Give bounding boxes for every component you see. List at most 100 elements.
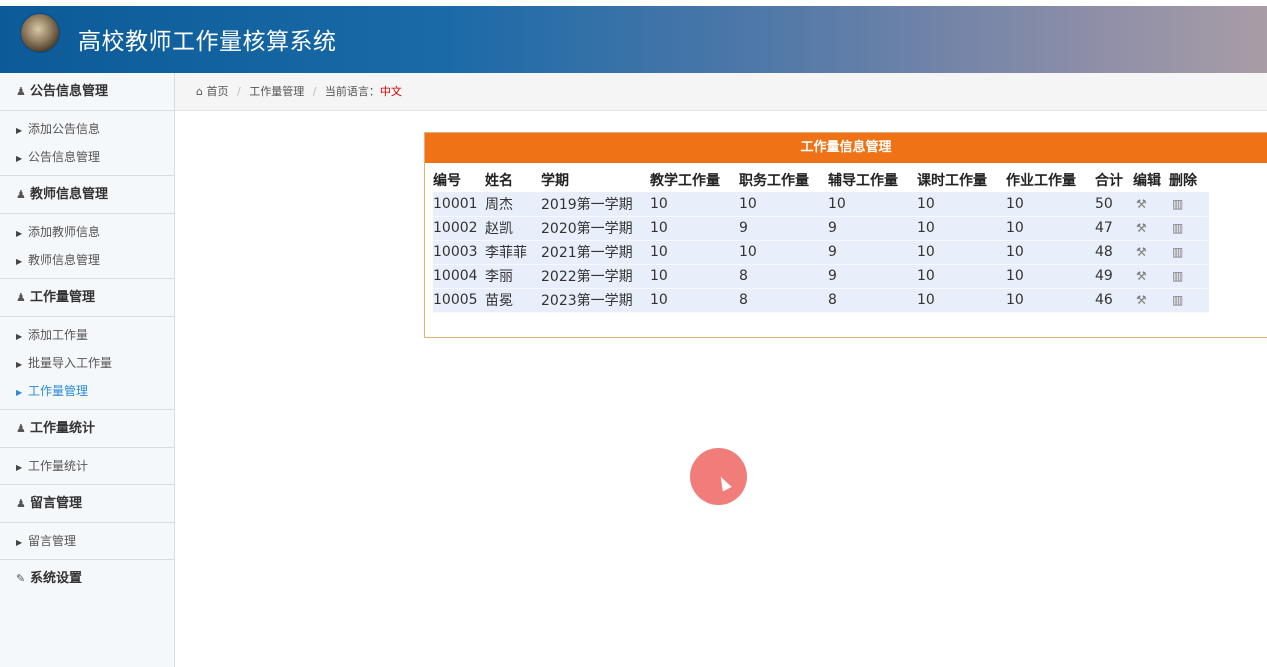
group-label: 工作量管理 — [30, 290, 96, 305]
table-cell: 10003 — [433, 240, 485, 265]
sidebar-item-add-workload[interactable]: ▶ 添加工作量 — [0, 321, 174, 349]
triangle-right-icon: ▶ — [16, 126, 23, 135]
sidebar-group-teachers[interactable]: ♟ 教师信息管理 — [0, 176, 174, 214]
panel-title: 工作量信息管理 — [425, 133, 1267, 163]
breadcrumb-current[interactable]: 工作量管理 — [249, 85, 304, 98]
breadcrumb-separator: / — [236, 85, 241, 98]
col-tutoring: 辅导工作量 — [828, 172, 898, 189]
col-name: 姓名 — [485, 172, 513, 189]
table-row: 10001 周杰 2019第一学期 10 10 10 10 10 50 ⚒ ▥ — [433, 192, 1209, 217]
group-label: 留言管理 — [30, 496, 83, 511]
trash-icon[interactable]: ▥ — [1172, 221, 1183, 235]
sidebar-group-messages[interactable]: ♟ 留言管理 — [0, 485, 174, 523]
table-cell: 赵凯 — [485, 216, 541, 241]
table-cell: 2023第一学期 — [541, 288, 650, 313]
delete-cell: ▥ — [1169, 240, 1209, 265]
sidebar-item-label: 工作量管理 — [28, 384, 89, 398]
sidebar-item-add-teacher[interactable]: ▶ 添加教师信息 — [0, 218, 174, 246]
table-cell: 10 — [650, 288, 739, 313]
table-cell: 10 — [650, 264, 739, 289]
wrench-icon[interactable]: ⚒ — [1136, 197, 1147, 211]
app-header: 高校教师工作量核算系统 — [0, 6, 1267, 73]
table-cell: 10 — [739, 240, 828, 265]
wrench-icon[interactable]: ⚒ — [1136, 245, 1147, 259]
sidebar-item-import-workload[interactable]: ▶ 批量导入工作量 — [0, 349, 174, 377]
table-cell: 10 — [917, 288, 1006, 313]
group-label: 系统设置 — [30, 571, 83, 586]
trash-icon[interactable]: ▥ — [1172, 269, 1183, 283]
sidebar-item-add-announcement[interactable]: ▶ 添加公告信息 — [0, 115, 174, 143]
edit-cell: ⚒ — [1133, 192, 1169, 217]
col-homework: 作业工作量 — [1006, 172, 1076, 189]
col-edit: 编辑 — [1133, 172, 1161, 189]
table-row: 10003 李菲菲 2021第一学期 10 10 9 10 10 48 ⚒ ▥ — [433, 240, 1209, 265]
app-title: 高校教师工作量核算系统 — [78, 29, 337, 55]
table-cell: 9 — [828, 216, 917, 241]
triangle-right-icon: ▶ — [16, 332, 23, 341]
table-cell: 10005 — [433, 288, 485, 313]
group-label: 工作量统计 — [30, 421, 96, 436]
user-icon: ♟ — [16, 188, 26, 201]
table-cell: 48 — [1095, 240, 1133, 265]
table-cell: 9 — [828, 264, 917, 289]
wrench-icon[interactable]: ⚒ — [1136, 269, 1147, 283]
triangle-right-icon: ▶ — [16, 463, 23, 472]
sidebar-item-label: 批量导入工作量 — [28, 356, 113, 370]
table-cell: 10 — [917, 216, 1006, 241]
table-cell: 10 — [650, 192, 739, 217]
trash-icon[interactable]: ▥ — [1172, 197, 1183, 211]
triangle-right-icon: ▶ — [16, 538, 23, 547]
table-cell: 2019第一学期 — [541, 192, 650, 217]
sidebar-item-statistics[interactable]: ▶ 工作量统计 — [0, 452, 174, 480]
wrench-icon[interactable]: ⚒ — [1136, 221, 1147, 235]
sidebar-group-body: ▶ 添加教师信息 ▶ 教师信息管理 — [0, 214, 174, 279]
edit-icon: ✎ — [16, 572, 26, 585]
sidebar-group-body: ▶ 留言管理 — [0, 523, 174, 560]
edit-cell: ⚒ — [1133, 216, 1169, 241]
col-teaching: 教学工作量 — [650, 172, 720, 189]
delete-cell: ▥ — [1169, 192, 1209, 217]
sidebar-item-messages[interactable]: ▶ 留言管理 — [0, 527, 174, 555]
sidebar-group-body: ▶ 工作量统计 — [0, 448, 174, 485]
language-value[interactable]: 中文 — [380, 85, 402, 98]
trash-icon[interactable]: ▥ — [1172, 245, 1183, 259]
edit-cell: ⚒ — [1133, 264, 1169, 289]
table-cell: 2021第一学期 — [541, 240, 650, 265]
table-row: 10005 苗冕 2023第一学期 10 8 8 10 10 46 ⚒ ▥ — [433, 288, 1209, 313]
group-label: 公告信息管理 — [30, 84, 109, 99]
triangle-right-icon: ▶ — [16, 257, 23, 266]
table-cell: 8 — [739, 264, 828, 289]
sidebar-item-label: 公告信息管理 — [28, 150, 101, 164]
wrench-icon[interactable]: ⚒ — [1136, 293, 1147, 307]
sidebar-group-settings[interactable]: ✎ 系统设置 — [0, 560, 174, 598]
table-cell: 49 — [1095, 264, 1133, 289]
breadcrumb: ⌂ 首页 / 工作量管理 / 当前语言：中文 — [175, 73, 1267, 111]
table-cell: 46 — [1095, 288, 1133, 313]
col-term: 学期 — [541, 172, 569, 189]
user-icon: ♟ — [16, 422, 26, 435]
sidebar-group-statistics[interactable]: ♟ 工作量统计 — [0, 410, 174, 448]
trash-icon[interactable]: ▥ — [1172, 293, 1183, 307]
breadcrumb-separator: / — [312, 85, 317, 98]
user-icon: ♟ — [16, 497, 26, 510]
sidebar-group-announcements[interactable]: ♟ 公告信息管理 — [0, 73, 174, 111]
sidebar-group-workload[interactable]: ♟ 工作量管理 — [0, 279, 174, 317]
sidebar-group-body: ▶ 添加公告信息 ▶ 公告信息管理 — [0, 111, 174, 176]
sidebar-group-body: ▶ 添加工作量 ▶ 批量导入工作量 ▶ 工作量管理 — [0, 317, 174, 410]
table-cell: 10 — [917, 192, 1006, 217]
sidebar-item-manage-announcement[interactable]: ▶ 公告信息管理 — [0, 143, 174, 171]
breadcrumb-home[interactable]: 首页 — [206, 85, 228, 98]
col-delete: 删除 — [1169, 172, 1197, 189]
sidebar-item-label: 留言管理 — [28, 534, 77, 548]
language-label: 当前语言： — [324, 85, 380, 98]
triangle-right-icon: ▶ — [16, 154, 23, 163]
sidebar-item-manage-teacher[interactable]: ▶ 教师信息管理 — [0, 246, 174, 274]
table-cell: 2022第一学期 — [541, 264, 650, 289]
col-id: 编号 — [433, 172, 461, 189]
table-cell: 10 — [1006, 288, 1095, 313]
table-cell: 苗冕 — [485, 288, 541, 313]
edit-cell: ⚒ — [1133, 288, 1169, 313]
table-cell: 10004 — [433, 264, 485, 289]
table-row: 10002 赵凯 2020第一学期 10 9 9 10 10 47 ⚒ ▥ — [433, 216, 1209, 241]
sidebar-item-manage-workload[interactable]: ▶ 工作量管理 — [0, 377, 174, 405]
